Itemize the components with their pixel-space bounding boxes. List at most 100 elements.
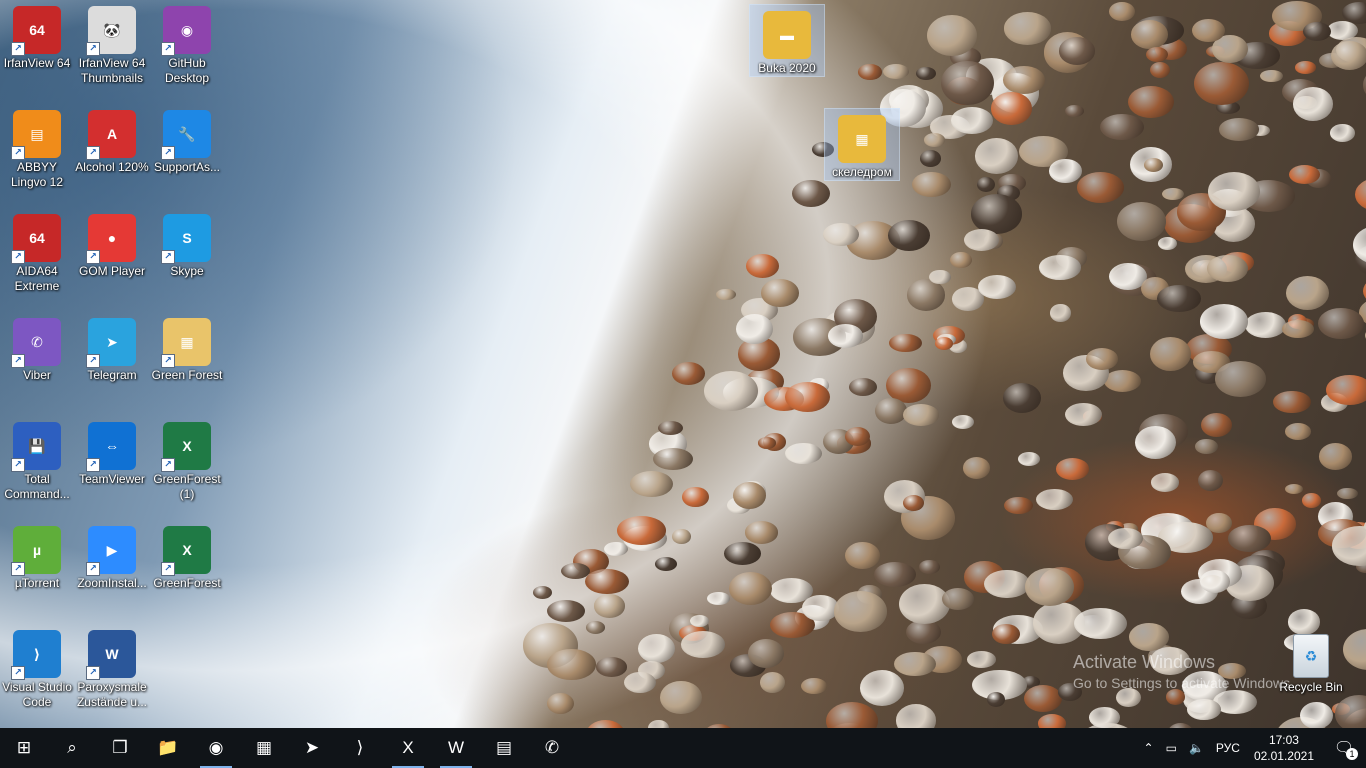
- calculator-button[interactable]: ▦: [240, 728, 288, 768]
- pebble: [1036, 489, 1073, 511]
- pebble: [1193, 61, 1249, 106]
- pebble: [873, 561, 917, 587]
- pebble: [1037, 713, 1067, 728]
- pebble: [1049, 158, 1082, 183]
- desktop-icon[interactable]: ▶ ↗ ZoomInstal...: [75, 520, 149, 591]
- calculator-icon: ▦: [255, 738, 273, 757]
- file-explorer-button[interactable]: 📁: [144, 728, 192, 768]
- desktop-icon[interactable]: ▤ ↗ ABBYY Lingvo 12: [0, 104, 74, 190]
- start-button[interactable]: ⊞: [0, 728, 48, 768]
- desktop-icon[interactable]: X ↗ GreenForest: [150, 520, 224, 591]
- search-button[interactable]: ⌕: [48, 728, 96, 768]
- pebble: [822, 222, 860, 246]
- pebble: [1330, 124, 1356, 142]
- chrome-button[interactable]: ◉: [192, 728, 240, 768]
- pebble: [1341, 1, 1366, 24]
- watermark-subtitle: Go to Settings to activate Windows.: [1073, 675, 1294, 691]
- pebble: [1281, 320, 1315, 339]
- pebble: [728, 572, 772, 606]
- shortcut-arrow-icon: ↗: [161, 562, 175, 576]
- pebble: [657, 421, 683, 436]
- shortcut-arrow-icon: ↗: [161, 146, 175, 160]
- battery-icon[interactable]: ▭: [1160, 741, 1183, 755]
- pebble: [1065, 402, 1102, 427]
- desktop-icon-label: GitHub Desktop: [164, 56, 210, 85]
- pebble: [1162, 187, 1184, 201]
- desktop-icon[interactable]: ◉ ↗ GitHub Desktop: [150, 0, 224, 86]
- desktop-folder[interactable]: ▦ скеледром: [824, 108, 900, 181]
- excel-icon: X: [402, 738, 414, 757]
- volume-icon[interactable]: 🔈: [1183, 741, 1210, 755]
- desktop-icon[interactable]: W ↗ Paroxysmale Zustände u...: [75, 624, 149, 710]
- word-button[interactable]: W: [432, 728, 480, 768]
- chrome-icon: ◉: [208, 738, 224, 757]
- viber-button[interactable]: ✆: [528, 728, 576, 768]
- vscode-icon: ⟩ ↗: [11, 630, 61, 680]
- desktop-icon[interactable]: S ↗ Skype: [150, 208, 224, 279]
- desktop-icon[interactable]: X ↗ GreenForest (1): [150, 416, 224, 502]
- desktop-icon[interactable]: µ ↗ µTorrent: [0, 520, 74, 591]
- teamviewer-icon: ⇔ ↗: [86, 422, 136, 472]
- folder-icon: ▦ ↗: [161, 318, 211, 368]
- excel-button[interactable]: X: [384, 728, 432, 768]
- shortcut-arrow-icon: ↗: [11, 458, 25, 472]
- shortcut-arrow-icon: ↗: [86, 250, 100, 264]
- pebble: [1293, 86, 1334, 121]
- pebble: [1076, 172, 1125, 204]
- clock-date: 02.01.2021: [1253, 749, 1314, 763]
- vscode-button[interactable]: ⟩: [336, 728, 384, 768]
- recycle-bin[interactable]: ♻ Recycle Bin: [1274, 628, 1348, 695]
- language-indicator[interactable]: РУС: [1210, 741, 1246, 755]
- desktop-icon[interactable]: 64 ↗ IrfanView 64: [0, 0, 74, 71]
- archive-button[interactable]: ▤: [480, 728, 528, 768]
- pebble: [758, 437, 777, 449]
- desktop-icon-label: AIDA64 Extreme: [14, 264, 60, 293]
- pebble: [903, 404, 939, 426]
- pebble: [1285, 276, 1329, 311]
- desktop-icon[interactable]: 64 ↗ AIDA64 Extreme: [0, 208, 74, 294]
- pebble: [875, 398, 908, 424]
- desktop-icon[interactable]: ⟩ ↗ Visual Studio Code: [0, 624, 74, 710]
- pebble: [716, 288, 736, 300]
- desktop-icon[interactable]: ● ↗ GOM Player: [75, 208, 149, 279]
- desktop-icon[interactable]: 🔧 ↗ SupportAs...: [150, 104, 224, 175]
- pebble: [784, 442, 822, 465]
- pebble: [1004, 497, 1033, 515]
- pebble: [680, 630, 726, 658]
- desktop-icon[interactable]: 💾 ↗ Total Command...: [0, 416, 74, 502]
- desktop-icon[interactable]: ⇔ ↗ TeamViewer: [75, 416, 149, 487]
- pebble: [624, 671, 657, 693]
- pebble: [1149, 61, 1170, 79]
- shortcut-arrow-icon: ↗: [86, 458, 100, 472]
- pebble: [1284, 484, 1303, 495]
- telegram-button[interactable]: ➤: [288, 728, 336, 768]
- pebble: [1302, 22, 1332, 42]
- pebble: [1107, 527, 1143, 550]
- desktop-icon[interactable]: 🐼 ↗ IrfanView 64 Thumbnails: [75, 0, 149, 86]
- pebble: [1055, 458, 1089, 480]
- pebble: [1145, 46, 1168, 63]
- pebble: [991, 92, 1032, 125]
- utorrent-icon: µ ↗: [11, 526, 61, 576]
- pebble: [888, 219, 931, 251]
- pebble: [671, 361, 706, 385]
- desktop-icon[interactable]: ✆ ↗ Viber: [0, 312, 74, 383]
- clock[interactable]: 17:03 02.01.2021: [1246, 732, 1322, 764]
- tray-chevron-icon[interactable]: ⌃: [1138, 741, 1160, 755]
- desktop-icon[interactable]: ▦ ↗ Green Forest: [150, 312, 224, 383]
- pebble: [801, 677, 827, 694]
- pebble: [926, 14, 978, 57]
- pebble: [1284, 422, 1312, 441]
- archive-icon: ▤: [495, 738, 513, 757]
- pebble: [1260, 69, 1284, 83]
- pebble: [849, 378, 878, 396]
- task-view-button[interactable]: ❐: [96, 728, 144, 768]
- vscode-icon: ⟩: [356, 738, 364, 757]
- desktop-folder[interactable]: ▬ Buka 2020: [749, 4, 825, 77]
- desktop-icon[interactable]: ➤ ↗ Telegram: [75, 312, 149, 383]
- pebble: [671, 529, 691, 544]
- desktop-icon[interactable]: A ↗ Alcohol 120%: [75, 104, 149, 175]
- action-center-button[interactable]: 🗨 1: [1322, 728, 1366, 768]
- shortcut-arrow-icon: ↗: [86, 146, 100, 160]
- folder-icon: ▬: [763, 11, 811, 59]
